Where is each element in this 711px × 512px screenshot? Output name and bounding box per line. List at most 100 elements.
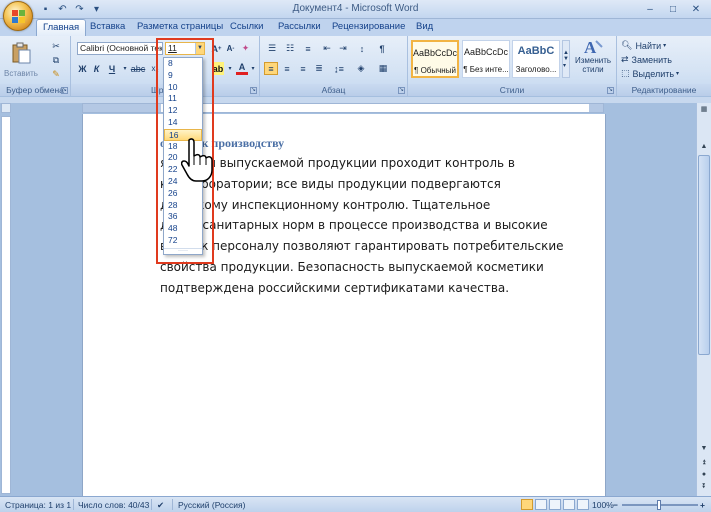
- print-layout-view-icon[interactable]: [521, 499, 533, 510]
- horizontal-ruler[interactable]: [82, 103, 604, 113]
- style-no-spacing[interactable]: AaBbCcDc ¶ Без инте...: [462, 40, 510, 78]
- increase-indent-icon[interactable]: ⇥: [336, 42, 350, 55]
- tab-selector[interactable]: [1, 103, 11, 113]
- style-heading1[interactable]: AaBbC Заголово...: [512, 40, 560, 78]
- font-size-combo[interactable]: 11 ▼: [165, 42, 205, 55]
- tab-mailings[interactable]: Рассылки: [272, 19, 327, 36]
- paste-icon: [12, 42, 31, 64]
- page-count[interactable]: Страница: 1 из 1: [5, 500, 71, 510]
- italic-button[interactable]: К: [91, 62, 102, 75]
- tab-insert[interactable]: Вставка: [84, 19, 131, 36]
- clear-format-icon[interactable]: ✦: [239, 42, 252, 55]
- show-marks-icon[interactable]: ¶: [374, 42, 390, 55]
- highlight-icon[interactable]: ab: [212, 62, 224, 75]
- cut-icon[interactable]: ✂: [50, 40, 62, 53]
- multilevel-list-icon[interactable]: ≡: [300, 42, 316, 55]
- maximize-button[interactable]: □: [662, 2, 684, 16]
- replace-button[interactable]: ⇄ Заменить: [621, 53, 707, 66]
- highlight-dropdown-icon[interactable]: ▾: [226, 62, 234, 75]
- close-button[interactable]: ✕: [685, 2, 707, 16]
- draft-view-icon[interactable]: [577, 499, 589, 510]
- font-launcher-icon[interactable]: ↘: [250, 87, 257, 94]
- font-size-option[interactable]: 28: [164, 200, 202, 212]
- font-size-option[interactable]: 10: [164, 82, 202, 94]
- scroll-down-icon[interactable]: ▼: [698, 443, 710, 455]
- office-button[interactable]: [3, 1, 33, 31]
- tab-home[interactable]: Главная: [36, 19, 87, 36]
- font-size-dropdown-icon[interactable]: ▼: [195, 43, 204, 54]
- font-size-option[interactable]: 36: [164, 211, 202, 223]
- full-screen-view-icon[interactable]: [535, 499, 547, 510]
- document-body[interactable]: я партия выпускаемой продукции проходит …: [160, 153, 592, 299]
- outline-view-icon[interactable]: [563, 499, 575, 510]
- zoom-in-icon[interactable]: +: [700, 500, 705, 510]
- ruler-toggle-icon[interactable]: ▦: [698, 104, 710, 116]
- style-normal[interactable]: AaBbCcDc ¶ Обычный: [411, 40, 459, 78]
- font-name-combo[interactable]: Calibri (Основной текст): [77, 42, 163, 55]
- zoom-out-icon[interactable]: −: [613, 500, 618, 510]
- ribbon-tabs: Главная Вставка Разметка страницы Ссылки…: [0, 19, 711, 36]
- sort-icon[interactable]: ↕: [354, 42, 370, 55]
- web-layout-view-icon[interactable]: [549, 499, 561, 510]
- font-size-option[interactable]: 72: [164, 235, 202, 247]
- font-size-option[interactable]: 9: [164, 70, 202, 82]
- scroll-thumb[interactable]: [698, 155, 710, 355]
- scroll-up-icon[interactable]: ▲: [698, 141, 710, 153]
- tab-view[interactable]: Вид: [410, 19, 439, 36]
- font-color-dropdown-icon[interactable]: ▾: [249, 62, 257, 75]
- numbering-icon[interactable]: ☷: [282, 42, 298, 55]
- select-button[interactable]: ⬚ Выделить ▾: [621, 67, 707, 80]
- align-right-button[interactable]: ≡: [296, 62, 310, 75]
- format-painter-icon[interactable]: ✎: [50, 68, 62, 81]
- clipboard-launcher-icon[interactable]: ↘: [61, 87, 68, 94]
- shading-icon[interactable]: ◈: [352, 62, 370, 75]
- paste-button[interactable]: [6, 38, 36, 68]
- font-size-option[interactable]: 8: [164, 58, 202, 70]
- align-left-button[interactable]: ≡: [264, 62, 278, 75]
- font-size-option[interactable]: 14: [164, 117, 202, 129]
- styles-scroll-icon[interactable]: ▲ ▼ ▾: [562, 40, 570, 78]
- change-styles-button[interactable]: A Изменить стили: [574, 38, 612, 78]
- tab-page-layout[interactable]: Разметка страницы: [131, 19, 229, 36]
- justify-button[interactable]: ≣: [312, 62, 326, 75]
- font-size-option[interactable]: 48: [164, 223, 202, 235]
- grow-font-icon[interactable]: A +: [210, 42, 223, 55]
- align-center-button[interactable]: ≡: [280, 62, 294, 75]
- decrease-indent-icon[interactable]: ⇤: [320, 42, 334, 55]
- shrink-font-icon[interactable]: A-: [224, 42, 237, 55]
- word-count[interactable]: Число слов: 40/43: [78, 500, 149, 510]
- zoom-slider-thumb[interactable]: [657, 500, 661, 510]
- vertical-scrollbar[interactable]: ▦ ▲ ▼ ⏫︎ ● ⏬︎: [696, 103, 711, 496]
- styles-launcher-icon[interactable]: ↘: [607, 87, 614, 94]
- proofing-icon[interactable]: ✔: [157, 500, 164, 511]
- paragraph-group: ☰ ☷ ≡ ⇤ ⇥ ↕ ¶ ≡ ≡ ≡ ≣ ↨≡ ◈ ▦ Абзац ↘: [260, 36, 408, 96]
- line-spacing-icon[interactable]: ↨≡: [330, 62, 348, 75]
- zoom-level[interactable]: 100%: [592, 500, 614, 510]
- previous-page-icon[interactable]: ⏫︎: [698, 457, 710, 469]
- tab-review[interactable]: Рецензирование: [326, 19, 411, 36]
- underline-button[interactable]: Ч: [105, 62, 119, 75]
- subscript-button[interactable]: x₂: [148, 62, 162, 75]
- font-size-option[interactable]: 11: [164, 93, 202, 105]
- font-size-option[interactable]: 12: [164, 105, 202, 117]
- font-color-icon[interactable]: A: [236, 62, 248, 75]
- minimize-button[interactable]: –: [639, 2, 661, 16]
- strikethrough-button[interactable]: abc: [131, 62, 146, 75]
- find-label: Найти: [635, 40, 662, 51]
- vertical-ruler[interactable]: [1, 116, 11, 494]
- find-button[interactable]: 🔍︎ Найти ▾: [621, 39, 707, 52]
- font-size-option[interactable]: 26: [164, 188, 202, 200]
- bullets-icon[interactable]: ☰: [264, 42, 280, 55]
- language-indicator[interactable]: Русский (Россия): [178, 500, 245, 510]
- copy-icon[interactable]: ⧉: [50, 54, 62, 67]
- next-page-icon[interactable]: ⏬︎: [698, 481, 710, 493]
- browse-object-icon[interactable]: ●: [698, 469, 710, 481]
- status-bar: Страница: 1 из 1 Число слов: 40/43 ✔ Рус…: [0, 496, 711, 512]
- paragraph-launcher-icon[interactable]: ↘: [398, 87, 405, 94]
- bold-button[interactable]: Ж: [77, 62, 88, 75]
- underline-dropdown-icon[interactable]: ▾: [121, 62, 129, 75]
- borders-icon[interactable]: ▦: [374, 62, 392, 75]
- dropdown-resize-grip[interactable]: ·····: [164, 248, 202, 254]
- tab-references[interactable]: Ссылки: [224, 19, 269, 36]
- clipboard-group-label: Буфер обмена: [0, 84, 70, 96]
